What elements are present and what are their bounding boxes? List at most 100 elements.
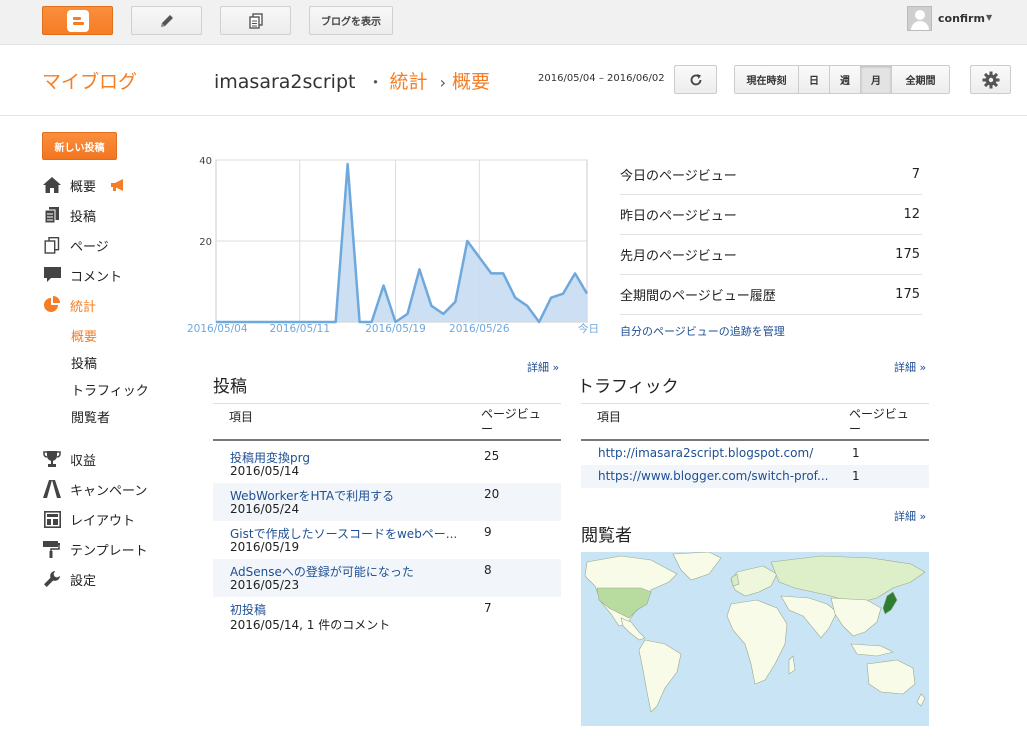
traffic-table-header: 項目 ページビュー [581,403,929,441]
post-date: 2016/05/23 [230,578,300,592]
pv-last-month-label: 先月のページビュー [620,249,737,264]
date-range: 2016/05/04 – 2016/06/02 [538,73,665,84]
user-menu-caret-icon[interactable]: ▼ [986,13,992,22]
traffic-panel-title: トラフィック [577,377,679,397]
sidebar-item-template[interactable]: テンプレート [42,539,148,559]
pv-last-month-value: 175 [895,247,920,262]
pv-all-time-row: 全期間のページビュー履歴 175 [620,275,922,315]
breadcrumb: imasara2script ・統計 › 概要 [214,67,490,94]
campaign-icon [42,480,62,498]
period-all-button[interactable]: 全期間 [892,66,949,93]
pv-all-time-value: 175 [895,287,920,302]
chart-x-tick-label: 2016/05/11 [270,323,331,335]
breadcrumb-arrow: › [439,73,446,92]
post-views: 20 [484,487,500,501]
manage-tracking-link[interactable]: 自分のページビューの追跡を管理 [620,323,785,339]
blogger-home-button[interactable] [42,6,113,35]
my-blog-link[interactable]: マイブログ [42,67,137,94]
table-row: http://imasara2script.blogspot.com/ 1 [581,442,929,465]
chart-x-tick-label: 2016/05/04 [187,323,248,335]
table-row: 初投稿 2016/05/14, 1 件のコメント 7 [213,597,561,635]
period-now-button[interactable]: 現在時刻 [735,66,799,93]
sidebar-item-earnings[interactable]: 収益 [42,449,96,469]
traffic-more-link[interactable]: 詳細 » [894,359,926,375]
pv-today-value: 7 [911,167,920,182]
sidebar-item-comments[interactable]: コメント [42,265,122,285]
posts-more-link[interactable]: 詳細 » [527,359,559,375]
breadcrumb-dot: ・ [367,73,384,92]
new-post-button[interactable]: 新しい投稿 [42,132,117,160]
stats-sub-traffic[interactable]: トラフィック [71,380,149,399]
table-row: https://www.blogger.com/switch-prof... 1 [581,465,929,488]
user-name[interactable]: confirm [938,12,985,25]
wrench-icon [42,570,62,588]
period-month-button[interactable]: 月 [861,66,892,93]
pages-icon [42,236,62,254]
trophy-icon [42,450,62,468]
pv-yesterday-label: 昨日のページビュー [620,209,737,224]
period-week-button[interactable]: 週 [830,66,861,93]
top-bar: ブログを表示 confirm ▼ [0,0,1027,45]
gear-icon [982,71,999,88]
sidebar-item-stats[interactable]: 統計 [42,295,96,315]
chart-x-tick-label: 2016/05/26 [449,323,510,335]
refresh-icon [690,73,701,85]
view-blog-button[interactable]: ブログを表示 [309,6,393,35]
pv-last-month-row: 先月のページビュー 175 [620,235,922,275]
sidebar-item-layout[interactable]: レイアウト [42,509,135,529]
posts-table-header: 項目 ページビュー [213,403,561,441]
avatar[interactable] [907,6,932,31]
pv-yesterday-value: 12 [903,207,920,222]
posts-panel-title: 投稿 [213,377,247,397]
world-map-graphic [584,552,926,713]
stats-sub-overview[interactable]: 概要 [71,326,97,345]
breadcrumb-section[interactable]: 統計 [390,71,428,93]
home-icon [42,176,62,194]
refresh-button[interactable] [674,65,717,94]
audience-panel-title: 閲覧者 [581,526,632,546]
post-list-button[interactable] [220,6,291,35]
traffic-col-views: ページビュー [849,407,909,436]
chart-y-tick-label: 40 [199,156,212,167]
sidebar-item-campaigns[interactable]: キャンペーン [42,479,147,499]
traffic-col-item: 項目 [597,410,622,424]
traffic-url-link[interactable]: https://www.blogger.com/switch-prof... [598,469,828,483]
sidebar-item-posts[interactable]: 投稿 [42,205,96,225]
sidebar-item-overview[interactable]: 概要 [42,175,126,195]
page-header: マイブログ imasara2script ・統計 › 概要 2016/05/04 … [0,45,1027,116]
post-date: 2016/05/19 [230,540,300,554]
stats-sub-audience[interactable]: 閲覧者 [71,407,110,426]
chart-x-tick-label: 今日 [578,322,599,335]
post-views: 8 [484,563,492,577]
period-day-button[interactable]: 日 [799,66,830,93]
table-row: AdSenseへの登録が可能になった 2016/05/23 8 [213,559,561,597]
pencil-icon [160,14,173,27]
chart-y-tick-label: 20 [199,237,212,248]
audience-more-link[interactable]: 詳細 » [894,508,926,524]
new-post-pencil-button[interactable] [131,6,202,35]
pv-yesterday-row: 昨日のページビュー 12 [620,195,922,235]
post-views: 9 [484,525,492,539]
traffic-views: 1 [852,446,860,460]
post-date: 2016/05/24 [230,502,300,516]
sidebar-item-pages[interactable]: ページ [42,235,109,255]
layout-icon [42,510,62,528]
post-views: 7 [484,601,492,615]
breadcrumb-blog-name[interactable]: imasara2script [214,71,355,93]
comment-icon [42,266,62,284]
post-views: 25 [484,449,500,463]
pv-today-label: 今日のページビュー [620,169,737,184]
stats-pie-icon [42,296,62,314]
table-row: Gistで作成したソースコードをwebペー... 2016/05/19 9 [213,521,561,559]
stats-sub-posts[interactable]: 投稿 [71,353,97,372]
post-date: 2016/05/14 [230,464,300,478]
settings-button[interactable] [970,65,1011,94]
sidebar-item-settings[interactable]: 設定 [42,569,96,589]
pv-today-row: 今日のページビュー 7 [620,155,922,195]
post-date: 2016/05/14, 1 件のコメント [230,618,391,632]
audience-world-map[interactable] [581,552,929,726]
period-selector: 現在時刻 日 週 月 全期間 [734,65,950,94]
traffic-url-link[interactable]: http://imasara2script.blogspot.com/ [598,446,813,460]
posts-col-item: 項目 [229,410,254,424]
template-icon [42,540,62,558]
